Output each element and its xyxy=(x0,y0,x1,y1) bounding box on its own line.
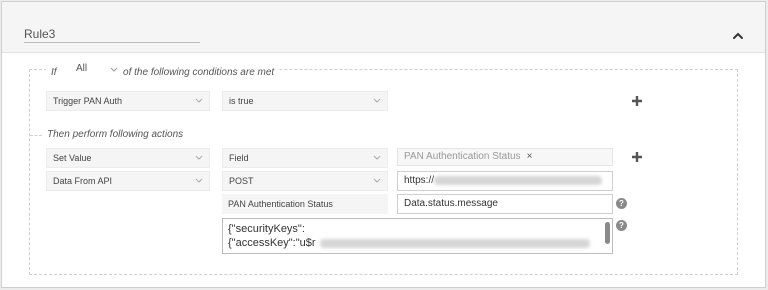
http-method-value: POST xyxy=(229,176,254,186)
action-target-value: Field xyxy=(229,153,249,163)
condition-field-select[interactable]: Trigger PAN Auth xyxy=(46,91,210,111)
chevron-down-icon xyxy=(195,155,203,160)
chevron-down-icon xyxy=(373,98,381,103)
api-url-input[interactable]: https:// xyxy=(397,171,613,191)
request-body-line2: {"accessKey":"u$r xyxy=(228,237,316,249)
textarea-scrollbar[interactable] xyxy=(605,222,610,244)
action-type-value: Set Value xyxy=(53,153,92,163)
rule-panel: Rule3 If All of the following conditions… xyxy=(1,1,766,288)
response-path-input[interactable]: Data.status.message xyxy=(397,194,613,214)
tag-remove-icon[interactable]: × xyxy=(527,151,533,162)
action2-type-select[interactable]: Data From API xyxy=(46,171,210,191)
chevron-down-icon xyxy=(373,155,381,160)
help-circle-icon[interactable]: ? xyxy=(616,220,627,231)
chevron-up-icon[interactable] xyxy=(731,29,745,43)
mapping-label: PAN Authentication Status xyxy=(222,194,388,214)
redacted-url xyxy=(434,175,603,185)
actions-legend: Then perform following actions xyxy=(44,128,187,142)
condition-field-value: Trigger PAN Auth xyxy=(53,96,123,106)
condition-operator-value: is true xyxy=(229,96,254,106)
plus-icon[interactable] xyxy=(631,95,643,107)
request-body-textarea[interactable]: {"securityKeys": {"accessKey":"u$r xyxy=(222,218,613,254)
conditions-suffix: of the following conditions are met xyxy=(120,67,278,78)
conditions-legend: If All of the following conditions are m… xyxy=(46,61,280,78)
http-method-select[interactable]: POST xyxy=(222,171,388,191)
request-body-line1: {"securityKeys": xyxy=(228,223,305,235)
rule-title-input[interactable]: Rule3 xyxy=(24,26,200,43)
redacted-key xyxy=(319,238,590,248)
chevron-down-icon xyxy=(195,98,203,103)
plus-icon[interactable] xyxy=(631,151,643,163)
field-tag-label: PAN Authentication Status xyxy=(404,151,521,162)
action2-type-value: Data From API xyxy=(53,176,113,186)
match-select[interactable]: All xyxy=(70,61,124,77)
rule-body: If All of the following conditions are m… xyxy=(29,62,738,275)
condition-operator-select[interactable]: is true xyxy=(222,91,388,111)
chevron-down-icon xyxy=(373,178,381,183)
chevron-down-icon xyxy=(110,67,118,72)
rule-header: Rule3 xyxy=(2,2,765,53)
actions-divider xyxy=(30,135,42,136)
help-circle-icon[interactable]: ? xyxy=(616,198,627,209)
if-label: If xyxy=(48,67,60,78)
chevron-down-icon xyxy=(195,178,203,183)
match-value: All xyxy=(76,63,88,74)
action-type-select[interactable]: Set Value xyxy=(46,148,210,168)
api-url-value: https:// xyxy=(404,175,435,186)
action-target-select[interactable]: Field xyxy=(222,148,388,168)
field-multiselect[interactable]: PAN Authentication Status × xyxy=(397,148,613,166)
